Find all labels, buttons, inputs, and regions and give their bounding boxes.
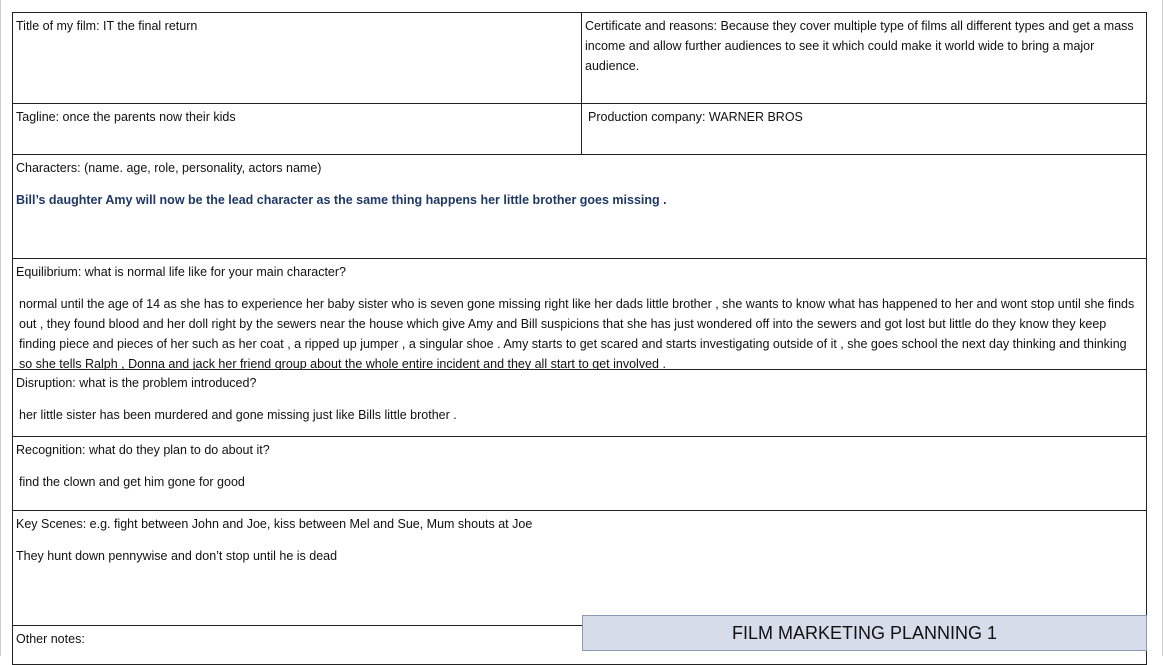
tagline-cell[interactable]: Tagline: once the parents now their kids — [12, 103, 582, 155]
equilibrium-answer: normal until the age of 14 as she has to… — [19, 297, 1135, 370]
key-scenes-answer: They hunt down pennywise and don’t stop … — [16, 549, 338, 563]
recognition-answer: find the clown and get him gone for good — [19, 475, 245, 489]
disruption-label: Disruption: what is the problem introduc… — [16, 376, 257, 390]
recognition-label: Recognition: what do they plan to do abo… — [16, 443, 270, 457]
film-marketing-banner: FILM MARKETING PLANNING 1 — [582, 615, 1147, 651]
recognition-cell[interactable]: Recognition: what do they plan to do abo… — [12, 436, 1147, 511]
characters-label: Characters: (name. age, role, personalit… — [16, 161, 322, 175]
characters-cell[interactable]: Characters: (name. age, role, personalit… — [12, 154, 1147, 259]
equilibrium-cell[interactable]: Equilibrium: what is normal life like fo… — [12, 258, 1147, 370]
key-scenes-cell[interactable]: Key Scenes: e.g. fight between John and … — [12, 510, 1147, 626]
key-scenes-label: Key Scenes: e.g. fight between John and … — [16, 517, 533, 531]
tagline-text: Tagline: once the parents now their kids — [16, 110, 236, 124]
production-company-cell[interactable]: Production company: WARNER BROS — [581, 103, 1147, 155]
disruption-answer: her little sister has been murdered and … — [19, 408, 457, 422]
banner-title: FILM MARKETING PLANNING 1 — [731, 622, 998, 643]
title-text: Title of my film: IT the final return — [16, 19, 198, 33]
certificate-cell[interactable]: Certificate and reasons: Because they co… — [581, 12, 1147, 104]
characters-answer: Bill’s daughter Amy will now be the lead… — [16, 193, 667, 207]
disruption-cell[interactable]: Disruption: what is the problem introduc… — [12, 369, 1147, 437]
production-company-text: Production company: WARNER BROS — [588, 110, 803, 124]
title-cell[interactable]: Title of my film: IT the final return — [12, 12, 582, 104]
certificate-text: Certificate and reasons: Because they co… — [585, 19, 1134, 73]
page-edge-left — [0, 0, 1, 656]
equilibrium-label: Equilibrium: what is normal life like fo… — [16, 265, 346, 279]
